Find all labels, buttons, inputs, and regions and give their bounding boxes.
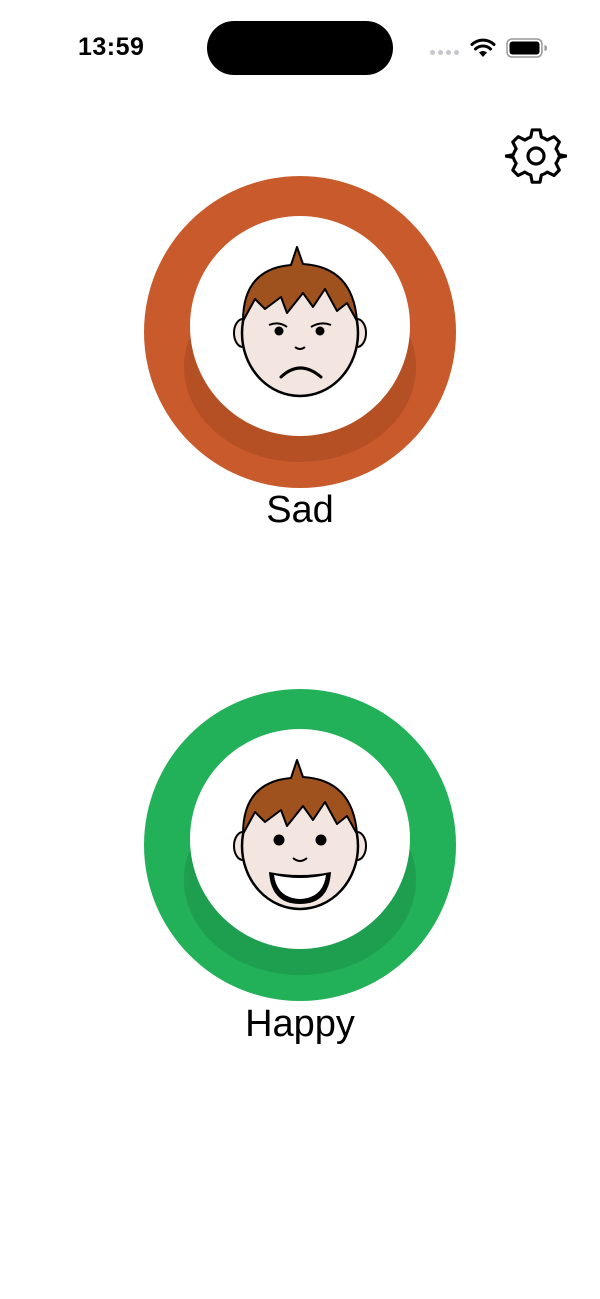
sad-face-icon [233, 246, 367, 398]
sad-mood-button[interactable] [144, 176, 456, 488]
happy-face-icon [233, 759, 367, 911]
happy-mood-button[interactable] [144, 689, 456, 1001]
settings-button[interactable] [503, 124, 569, 190]
sad-face-container [190, 216, 410, 436]
signal-dots-icon [430, 50, 459, 55]
sad-mood-label: Sad [266, 489, 334, 531]
status-bar: 13:59 [0, 0, 600, 100]
battery-icon [506, 38, 547, 58]
dynamic-island [207, 21, 393, 75]
gear-icon [505, 128, 567, 184]
status-time: 13:59 [78, 33, 145, 61]
wifi-icon [470, 38, 496, 57]
happy-face-container [190, 729, 410, 949]
happy-mood-label: Happy [245, 1003, 355, 1045]
